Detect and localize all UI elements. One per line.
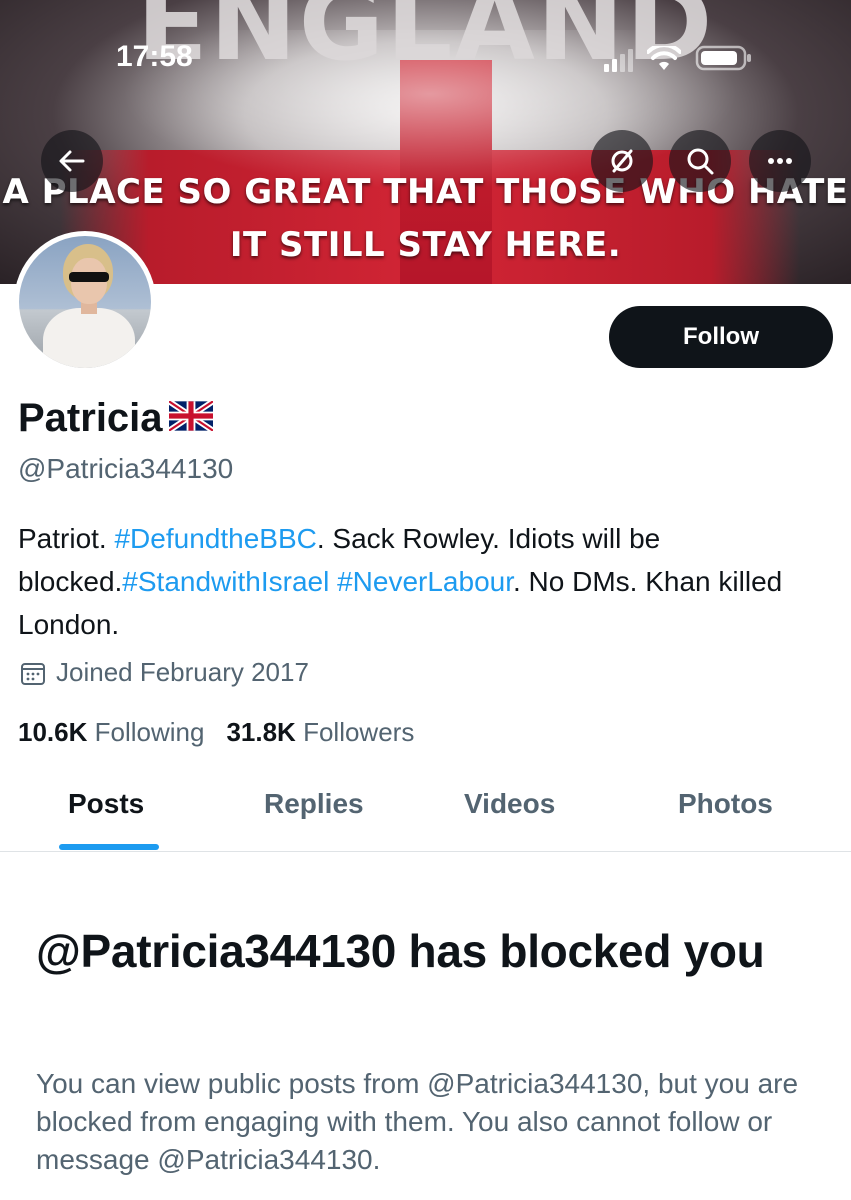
blocked-description: You can view public posts from @Patricia… <box>36 1068 799 1175</box>
joined-text: Joined February 2017 <box>56 657 309 687</box>
back-button[interactable] <box>41 130 103 192</box>
followers-link[interactable]: 31.8K Followers <box>226 717 414 748</box>
blocked-title: @Patricia344130 has blocked you <box>36 925 765 977</box>
profile-tabs: Posts Replies Videos Photos <box>0 770 851 852</box>
bio-text <box>329 566 337 597</box>
tab-posts[interactable]: Posts <box>68 788 144 820</box>
follow-button[interactable]: Follow <box>609 306 833 368</box>
following-count: 10.6K <box>18 717 88 747</box>
tab-videos[interactable]: Videos <box>464 788 555 820</box>
uk-flag-icon <box>166 396 215 441</box>
tab-photos[interactable]: Photos <box>678 788 773 820</box>
hashtag-link[interactable]: #DefundtheBBC <box>114 523 316 554</box>
more-horizontal-icon <box>768 158 792 164</box>
search-button[interactable] <box>669 130 731 192</box>
back-arrow-icon <box>59 150 85 172</box>
battery-icon <box>695 45 751 71</box>
joined-date: Joined February 2017 <box>20 657 309 688</box>
profile-handle: @Patricia344130 <box>18 453 234 484</box>
bio-text: Patriot. <box>18 523 115 554</box>
avatar-photo <box>19 236 151 368</box>
more-button[interactable] <box>749 130 811 192</box>
followers-count: 31.8K <box>226 717 296 747</box>
profile-bio: Patriot. #DefundtheBBC. Sack Rowley. Idi… <box>18 517 828 646</box>
tab-replies[interactable]: Replies <box>264 788 364 820</box>
following-link[interactable]: 10.6K Following <box>18 717 204 748</box>
search-icon <box>687 148 714 175</box>
follow-stats: 10.6K Following 31.8K Followers <box>18 717 414 748</box>
display-name-text: Patricia <box>18 396 163 440</box>
premium-button[interactable] <box>591 130 653 192</box>
circle-slash-icon <box>611 149 633 173</box>
hashtag-link[interactable]: #StandwithIsrael <box>122 566 329 597</box>
avatar[interactable] <box>14 231 156 373</box>
cellular-signal-icon <box>604 48 633 72</box>
wifi-icon <box>647 46 681 70</box>
status-time: 17:58 <box>116 40 193 73</box>
hashtag-link[interactable]: #NeverLabour <box>337 566 513 597</box>
status-icons <box>604 44 753 72</box>
active-tab-indicator <box>59 844 159 850</box>
followers-label: Followers <box>303 717 415 747</box>
display-name: Patricia <box>18 396 215 441</box>
calendar-icon <box>21 662 45 685</box>
following-label: Following <box>94 717 205 747</box>
